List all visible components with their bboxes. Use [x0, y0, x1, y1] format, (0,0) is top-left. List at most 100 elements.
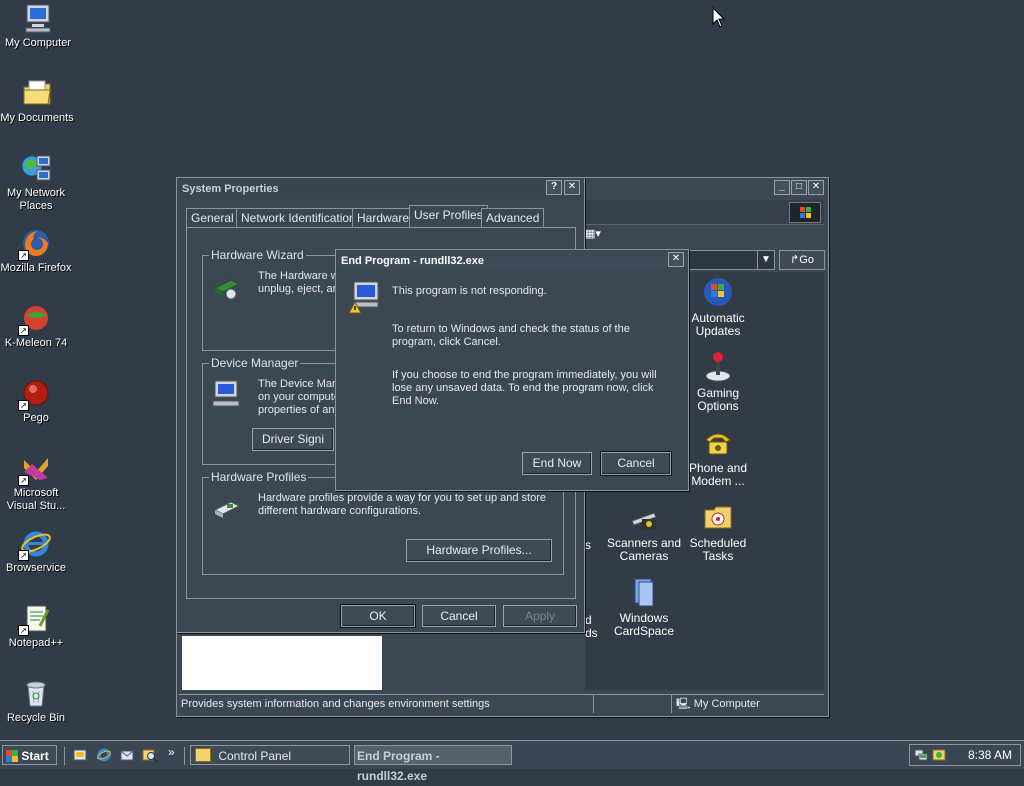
not-responding-text: This program is not responding. — [392, 285, 547, 297]
dialog-title: System Properties — [182, 183, 279, 195]
control-panel-icon — [195, 748, 211, 762]
tab-strip: General Network Identification Hardware … — [186, 205, 576, 228]
close-button[interactable]: ✕ — [668, 252, 684, 267]
blank-pane — [182, 636, 382, 690]
network-tray-icon[interactable] — [914, 748, 928, 762]
hardware-profiles-icon — [213, 501, 241, 518]
menu-bar — [585, 200, 824, 225]
cp-item-phone-and-modem[interactable]: Phone and Modem ... — [678, 426, 758, 488]
cp-item-gaming-options[interactable]: Gaming Options — [678, 351, 758, 413]
desktop-icon-label: Notepad++ — [8, 637, 64, 649]
tab-general[interactable]: General — [186, 208, 239, 227]
desktop-icon-notepadpp[interactable]: ↗ Notepad++ — [0, 602, 74, 650]
end-now-button[interactable]: End Now — [522, 452, 592, 475]
desktop-icon-label: K-Meleon 74 — [4, 337, 68, 349]
search-icon[interactable] — [142, 747, 158, 763]
close-button[interactable]: ✕ — [564, 180, 580, 195]
status-zone: 🖳 My Computer — [671, 695, 826, 713]
cardspace-icon — [634, 578, 654, 607]
desktop-icon-pego[interactable]: ↗ Pego — [0, 377, 74, 425]
dialog-title: End Program - rundll32.exe — [341, 255, 485, 267]
help-button[interactable]: ? — [546, 180, 562, 195]
recycle-bin-icon — [20, 677, 52, 709]
task-control-panel[interactable]: Control Panel — [190, 745, 350, 765]
partial-label: d ds — [585, 613, 598, 640]
shortcut-arrow-icon: ↗ — [18, 400, 29, 411]
system-properties-titlebar[interactable]: System Properties — [179, 180, 582, 198]
visual-studio-icon: ↗ — [18, 452, 52, 486]
windows-update-icon — [704, 278, 732, 306]
kmeleon-icon: ↗ — [18, 302, 52, 336]
cp-item-windows-cardspace[interactable]: Windows CardSpace — [604, 576, 684, 638]
firefox-icon: ↗ — [18, 227, 52, 261]
tab-advanced[interactable]: Advanced — [481, 208, 545, 227]
desktop-icon-label: Recycle Bin — [6, 712, 66, 724]
joystick-icon — [705, 352, 731, 382]
security-tray-icon[interactable] — [932, 748, 946, 762]
network-icon — [20, 152, 52, 184]
scanner-icon — [631, 512, 657, 529]
tab-user-profiles[interactable]: User Profiles — [409, 205, 488, 228]
group-title: Device Manager — [209, 356, 301, 370]
hardware-profiles-button[interactable]: Hardware Profiles... — [406, 539, 552, 562]
shortcut-arrow-icon: ↗ — [18, 325, 29, 336]
cancel-instructions-text: To return to Windows and check the statu… — [392, 323, 630, 348]
quick-launch-overflow-button[interactable]: » — [168, 745, 175, 759]
status-text: Provides system information and changes … — [181, 698, 490, 710]
cp-item-scanners-and-cameras[interactable]: Scanners and Cameras — [604, 501, 684, 563]
address-input[interactable]: ▼ — [685, 250, 775, 270]
tab-hardware[interactable]: Hardware — [352, 208, 415, 227]
outlook-express-icon[interactable] — [119, 747, 135, 763]
phone-icon — [705, 433, 731, 455]
desktop-icon-my-computer[interactable]: My Computer — [0, 2, 76, 50]
maximize-button[interactable]: □ — [791, 180, 807, 195]
end-now-instructions-text: If you choose to end the program immedia… — [392, 369, 657, 407]
go-button[interactable]: ↱Go — [779, 250, 825, 270]
desktop-icon-my-network-places[interactable]: My Network Places — [0, 152, 74, 213]
notepad-icon: ↗ — [18, 602, 52, 636]
desktop-icon-visual-studio[interactable]: ↗ Microsoft Visual Stu... — [0, 452, 74, 513]
clock[interactable]: 8:38 AM — [962, 745, 1018, 765]
shortcut-arrow-icon: ↗ — [18, 550, 29, 561]
end-program-dialog[interactable]: End Program - rundll32.exe ✕ This progra… — [335, 249, 689, 491]
desktop-icon-k-meleon[interactable]: ↗ K-Meleon 74 — [0, 302, 74, 350]
desktop-icon-label: Browservice — [6, 562, 66, 574]
desktop-icon-my-documents[interactable]: My Documents — [0, 77, 75, 125]
address-dropdown-button[interactable]: ▼ — [757, 251, 774, 269]
windows-flag-icon — [6, 750, 18, 762]
ie-icon[interactable] — [96, 747, 112, 763]
desktop-icon-mozilla-firefox[interactable]: ↗ Mozilla Firefox — [0, 227, 74, 275]
cp-item-label: Windows CardSpace — [613, 611, 675, 638]
computer-icon — [22, 2, 54, 34]
go-arrow-icon: ↱ — [790, 254, 800, 266]
task-label: End Program - rundll32.exe — [357, 749, 440, 783]
toolbar-views-icon[interactable]: ▦▾ — [585, 227, 605, 243]
start-button[interactable]: Start — [2, 745, 57, 765]
cancel-button[interactable]: Cancel — [600, 451, 672, 476]
task-end-program[interactable]: End Program - rundll32.exe — [354, 745, 512, 783]
desktop-icon-recycle-bin[interactable]: Recycle Bin — [0, 677, 74, 725]
show-desktop-icon[interactable] — [72, 747, 88, 763]
cp-item-automatic-updates[interactable]: Automatic Updates — [678, 276, 758, 338]
tab-network-identification[interactable]: Network Identification — [236, 208, 361, 227]
driver-signing-button[interactable]: Driver Signi — [252, 428, 334, 451]
windows-logo-icon — [789, 202, 821, 223]
group-title: Hardware Profiles — [209, 470, 309, 484]
shortcut-arrow-icon: ↗ — [18, 250, 29, 261]
close-button[interactable]: ✕ — [808, 180, 824, 195]
go-label: Go — [799, 254, 814, 266]
shortcut-arrow-icon: ↗ — [18, 625, 29, 636]
group-title: Hardware Wizard — [209, 248, 306, 262]
cp-item-scheduled-tasks[interactable]: Scheduled Tasks — [678, 501, 758, 563]
taskbar: Start » Control Panel End Program - rund… — [0, 740, 1024, 783]
hardware-wizard-icon — [213, 279, 241, 300]
status-bar: Provides system information and changes … — [179, 694, 824, 714]
ok-button[interactable]: OK — [340, 604, 416, 628]
desktop-icon-label: My Documents — [0, 112, 74, 124]
partial-label: s — [585, 538, 591, 552]
apply-button[interactable]: Apply — [503, 605, 577, 627]
cancel-button[interactable]: Cancel — [422, 605, 496, 627]
minimize-button[interactable]: _ — [774, 180, 790, 195]
desktop-icon-browservice[interactable]: ↗ Browservice — [0, 527, 74, 575]
end-program-titlebar[interactable]: End Program - rundll32.exe — [338, 252, 686, 270]
